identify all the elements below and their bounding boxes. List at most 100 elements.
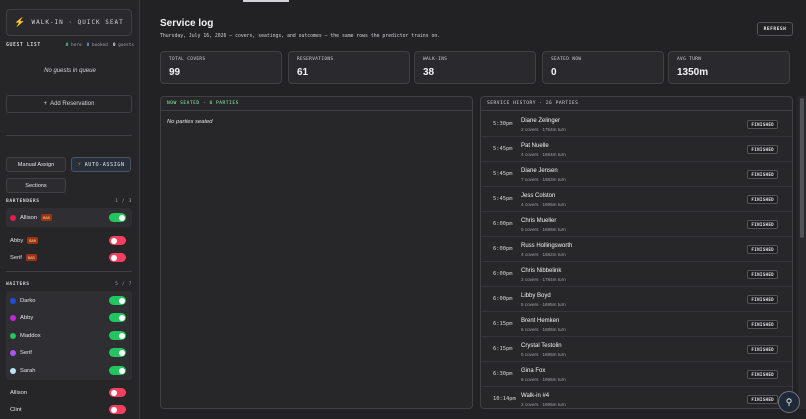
staff-name: Serif [10, 254, 22, 261]
history-row[interactable]: 6:00pm Russ Hollingsworth 4 covers · 1682m… [481, 237, 792, 262]
staff-name: Clint [10, 406, 22, 413]
staff-toggle[interactable] [109, 313, 126, 322]
stat-label: AVG TURN [677, 57, 702, 62]
plus-icon: + [43, 101, 48, 107]
walkin-quick-seat-button[interactable]: ⚡ WALK-IN · QUICK SEAT [6, 9, 132, 36]
history-row[interactable]: 6:00pm Chris Nibbelink 2 covers · 1784m tu… [481, 262, 792, 287]
staff-toggle[interactable] [109, 213, 126, 222]
history-name: Chris Mueller [521, 218, 557, 224]
status-badge: FINISHED [747, 345, 778, 354]
staff-name: Maddox [20, 332, 41, 339]
history-name: Diane Jensen [521, 168, 558, 174]
staff-name: Allison [20, 214, 38, 221]
history-row[interactable]: 6:15pm Crystal Testolin 5 covers · 1695m t… [481, 337, 792, 362]
stat-label: TOTAL COVERS [169, 57, 206, 62]
history-row[interactable]: 6:30pm Gina Fox 6 covers · 1695m turn FINIS… [481, 362, 792, 387]
history-time: 10:14pm [493, 396, 516, 402]
scrollbar[interactable] [798, 96, 806, 409]
status-badge: FINISHED [747, 195, 778, 204]
history-time: 6:15pm [493, 346, 513, 352]
status-badge: FINISHED [747, 220, 778, 229]
history-row[interactable]: 10:14pm Walk-in #4 2 covers · 1695m turn FI… [481, 387, 792, 408]
staff-toggle[interactable] [109, 405, 126, 414]
history-time: 5:30pm [493, 121, 513, 127]
stat-value: 99 [169, 67, 181, 78]
history-name: Brent Hemken [521, 318, 560, 324]
guest-list-header: GUEST LIST 0 here 0 booked 0 guests [6, 43, 134, 48]
staff-color-dot [10, 214, 16, 221]
history-row[interactable]: 5:45pm Diane Jensen 7 covers · 1683m turn F… [481, 162, 792, 187]
history-row[interactable]: 6:00pm Libby Boyd 5 covers · 1695m turn FIN… [481, 287, 792, 312]
bar-badge: BAR [27, 237, 39, 244]
staff-toggle[interactable] [109, 296, 126, 305]
history-meta: 2 covers · 1784m turn [521, 277, 566, 282]
staff-name: Abby [20, 314, 34, 321]
staff-row: Allison [6, 384, 132, 401]
scrollbar-thumb[interactable] [800, 98, 804, 238]
staff-row: Abby BAR [6, 232, 132, 249]
history-row[interactable]: 5:30pm Diane Zelinger 2 covers · 1754m tur… [481, 112, 792, 137]
history-time: 5:45pm [493, 171, 513, 177]
guest-list-counts: 0 here 0 booked 0 guests [65, 43, 134, 48]
staff-name: Darko [20, 297, 36, 304]
status-badge: FINISHED [747, 395, 778, 404]
history-time: 5:45pm [493, 146, 513, 152]
stat-label: RESERVATIONS [297, 57, 334, 62]
add-reservation-button[interactable]: + Add Reservation [6, 95, 132, 113]
refresh-button[interactable]: REFRESH [757, 22, 793, 36]
service-history-panel: SERVICE HISTORY · 26 PARTIES 5:30pm Diane… [480, 96, 793, 409]
page-subtitle: Thursday, July 16, 2026 — covers, seatin… [160, 34, 441, 39]
staff-name: Serif [20, 349, 32, 356]
staff-row: Darko [6, 292, 132, 309]
stat-label: SEATED NOW [551, 57, 582, 62]
assistant-icon[interactable]: ⚲ [778, 391, 800, 413]
staff-row: Allison BAR [6, 209, 132, 226]
service-history-title: SERVICE HISTORY · 26 PARTIES [481, 97, 792, 111]
staff-toggle[interactable] [109, 253, 126, 262]
staff-row: Maddox [6, 327, 132, 344]
history-name: Chris Nibbelink [521, 268, 562, 274]
staff-row: Sarah [6, 362, 132, 379]
stat-card: AVG TURN 1350m [668, 51, 790, 84]
history-meta: 6 covers · 1695m turn [521, 327, 566, 332]
sections-button[interactable]: Sections [6, 178, 66, 193]
history-row[interactable]: 5:45pm Jess Colston 4 covers · 1695m turn F… [481, 187, 792, 212]
staff-toggle[interactable] [109, 348, 126, 357]
history-time: 6:30pm [493, 371, 513, 377]
stat-label: WALK-INS [423, 57, 448, 62]
history-name: Jess Colston [521, 193, 556, 199]
auto-assign-button[interactable]: ⚡ AUTO-ASSIGN [71, 157, 131, 172]
history-meta: 6 covers · 1695m turn [521, 377, 566, 382]
history-name: Pat Nuelle [521, 143, 549, 149]
history-time: 6:00pm [493, 271, 513, 277]
guest-list-title: GUEST LIST [6, 43, 41, 48]
history-time: 6:00pm [493, 246, 513, 252]
status-badge: FINISHED [747, 320, 778, 329]
staff-toggle[interactable] [109, 331, 126, 340]
history-meta: 2 covers · 1695m turn [521, 402, 566, 407]
history-row[interactable]: 6:15pm Brent Hemken 6 covers · 1695m turn F… [481, 312, 792, 337]
history-time: 6:00pm [493, 221, 513, 227]
bar-badge: BAR [25, 254, 37, 261]
staff-name: Abby [10, 237, 24, 244]
history-name: Walk-in #4 [521, 393, 550, 399]
history-row[interactable]: 5:45pm Pat Nuelle 4 covers · 1694m turn FIN… [481, 137, 792, 162]
history-meta: 5 covers · 1695m turn [521, 302, 566, 307]
sidebar: ⚡ WALK-IN · QUICK SEAT GUEST LIST 0 here… [0, 0, 140, 419]
history-meta: 2 covers · 1754m turn [521, 127, 566, 132]
seated-empty-text: No parties seated [167, 119, 213, 125]
staff-toggle[interactable] [109, 366, 126, 375]
manual-assign-button[interactable]: Manual Assign [6, 157, 66, 172]
bar-badge: BAR [41, 214, 52, 221]
history-time: 6:00pm [493, 296, 513, 302]
stat-card: WALK-INS 38 [414, 51, 536, 84]
staff-toggle[interactable] [109, 388, 126, 397]
history-row[interactable]: 6:00pm Chris Mueller 5 covers · 1695m turn… [481, 212, 792, 237]
staff-color-dot [10, 349, 16, 356]
history-name: Gina Fox [521, 368, 546, 374]
status-badge: FINISHED [747, 245, 778, 254]
staff-toggle[interactable] [109, 236, 126, 245]
history-meta: 5 covers · 1695m turn [521, 227, 566, 232]
status-badge: FINISHED [747, 295, 778, 304]
now-seated-panel: NOW SEATED · 0 PARTIES No parties seated [160, 96, 473, 409]
